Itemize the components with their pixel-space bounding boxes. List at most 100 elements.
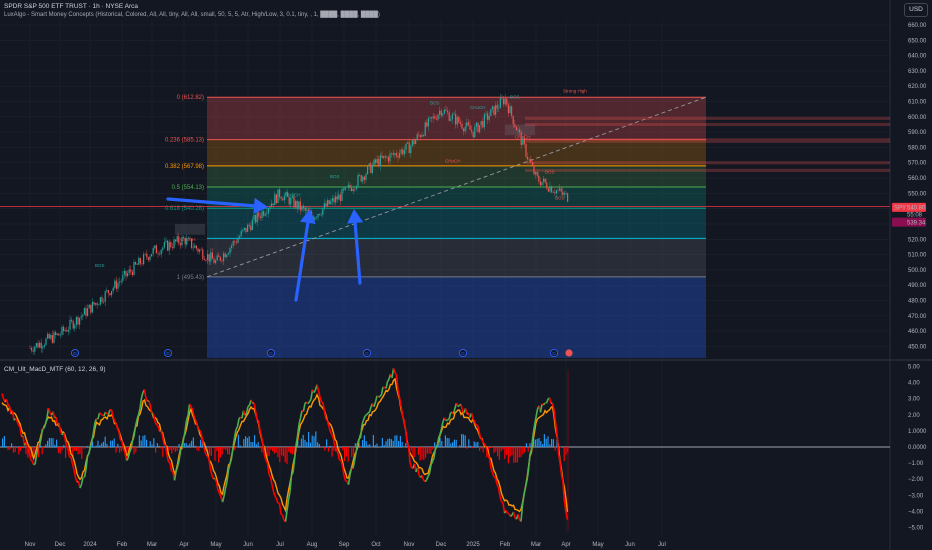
macd-histogram-bar: [507, 447, 509, 464]
candle-body: [410, 145, 412, 154]
candle-body: [42, 346, 44, 349]
macd-histogram-bar: [326, 439, 328, 447]
candle-body: [306, 209, 308, 211]
macd-histogram-bar: [117, 443, 119, 447]
macd-histogram-bar: [497, 447, 499, 457]
candle-body: [399, 152, 401, 158]
candle-body: [123, 270, 125, 275]
candle-body: [234, 241, 236, 242]
candle-body: [431, 117, 433, 119]
candle-body: [163, 242, 165, 248]
time-axis-label: Jun: [243, 542, 253, 548]
time-axis-label: May: [592, 542, 603, 548]
candle-body: [253, 215, 255, 220]
candle-body: [511, 106, 513, 116]
price-axis-label: 600.00: [908, 115, 927, 121]
macd-histogram-bar: [500, 447, 502, 452]
macd-histogram-bar: [394, 435, 396, 447]
candle-body: [488, 115, 490, 120]
macd-histogram-bar: [133, 447, 135, 455]
macd-histogram-bar: [324, 447, 326, 451]
candle-body: [330, 201, 332, 205]
candle-body: [533, 165, 535, 175]
macd-histogram-bar: [399, 435, 401, 447]
fibonacci-retracement[interactable]: 0 (612.82) 0.236 (585.13) 0.382 (567.98) 0.…: [0, 95, 890, 358]
candle-body: [485, 113, 487, 115]
macd-histogram-bar: [257, 442, 259, 447]
candle-body: [551, 186, 553, 193]
time-axis-label: Nov: [404, 542, 415, 548]
macd-histogram-bar: [426, 447, 428, 454]
smc-label: BOS: [430, 101, 440, 106]
candle-body: [325, 203, 327, 207]
candle-body: [111, 290, 113, 296]
candle-body: [509, 106, 511, 114]
candle-body: [34, 346, 36, 352]
macd-histogram-bar: [56, 439, 58, 447]
fib-level-label: 0.5 (554.13): [172, 185, 204, 191]
macd-line-segment: [163, 443, 166, 446]
candle-body: [104, 291, 106, 302]
macd-line-segment: [223, 488, 227, 497]
macd-histogram-bar: [331, 447, 333, 457]
subpane-title[interactable]: CM_Ult_MacD_MTF (60, 12, 26, 9): [4, 366, 106, 373]
candle-body: [363, 176, 365, 180]
macd-histogram-bar: [466, 447, 468, 449]
candle-body: [77, 317, 79, 325]
currency-button[interactable]: USD: [904, 3, 928, 17]
macd-line-segment: [491, 472, 495, 478]
macd-line-segment: [250, 399, 254, 404]
macd-histogram-bar: [142, 435, 144, 447]
candle-body: [560, 188, 562, 192]
candle-body: [459, 122, 461, 125]
macd-histogram-bar: [252, 441, 254, 447]
macd-histogram-bar: [351, 447, 353, 457]
macd-line-segment: [43, 423, 47, 429]
macd-histogram-bar: [419, 447, 421, 461]
candle-body: [139, 258, 141, 264]
price-axis-label: 500.00: [908, 268, 927, 274]
macd-line-segment: [71, 463, 75, 470]
macd-histogram-bar: [473, 441, 475, 447]
macd-line-segment: [364, 414, 368, 417]
fib-level-label: 0 (612.82): [177, 95, 204, 101]
macd-histogram-bar: [162, 447, 164, 457]
macd-histogram-bar: [446, 437, 448, 447]
macd-histogram-bar: [380, 446, 382, 447]
candle-body: [403, 149, 405, 155]
macd-histogram-bar: [77, 447, 79, 455]
smc-label: CHoCH: [515, 134, 531, 139]
macd-histogram-bar: [192, 437, 194, 447]
candle-body: [263, 211, 265, 216]
macd-line-segment: [203, 449, 207, 455]
macd-histogram-bar: [248, 436, 250, 447]
candle-body: [160, 249, 162, 255]
price-badge-value: 540.80: [907, 205, 926, 211]
candle-body: [407, 142, 409, 144]
candle-body: [82, 314, 84, 317]
macd-histogram-bar: [81, 447, 83, 459]
candle-body: [154, 245, 156, 249]
price-chart[interactable]: 0 (612.82) 0.236 (585.13) 0.382 (567.98) 0.…: [0, 0, 932, 550]
candle-body: [264, 213, 266, 216]
fib-level-label: 0.382 (567.98): [165, 164, 204, 170]
candle-body: [554, 192, 556, 194]
candle-body: [424, 122, 426, 136]
macd-histogram-bar: [11, 443, 13, 447]
macd-histogram-bar: [219, 447, 221, 458]
macd-histogram-bar: [529, 443, 531, 447]
candle-body: [215, 260, 217, 264]
macd-histogram-bar: [405, 443, 407, 447]
macd-line-segment: [44, 417, 48, 425]
macd-histogram-bar: [72, 447, 74, 456]
candle-body: [213, 258, 215, 264]
candle-body: [152, 248, 154, 254]
candle-body: [503, 98, 505, 105]
candle-body: [381, 155, 383, 158]
macd-histogram-bar: [65, 447, 67, 458]
candle-body: [467, 122, 469, 126]
macd-histogram-bar: [383, 445, 385, 447]
candle-body: [91, 301, 93, 313]
indicator-legend[interactable]: LuxAlgo - Smart Money Concepts (Historic…: [4, 12, 380, 18]
macd-line-segment: [52, 411, 56, 418]
